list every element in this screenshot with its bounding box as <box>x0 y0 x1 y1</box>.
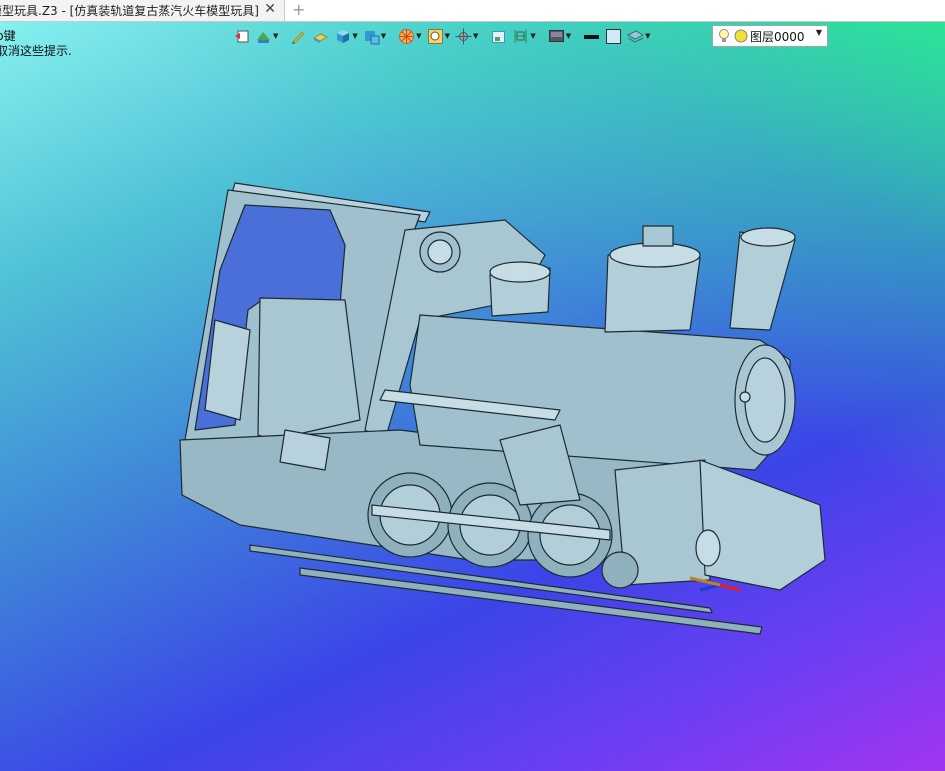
close-tab-icon[interactable]: ✕ <box>264 1 276 17</box>
3d-viewport[interactable]: p键 取消这些提示. ▼ ▼ ▼ ▼ ▼ ▼ <box>0 22 945 771</box>
locomotive-model[interactable] <box>0 22 945 771</box>
document-tab[interactable]: 模型玩具.Z3 - [仿真装轨道复古蒸汽火车模型玩具] ✕ <box>0 0 285 21</box>
tab-bar: 模型玩具.Z3 - [仿真装轨道复古蒸汽火车模型玩具] ✕ + <box>0 0 945 22</box>
new-tab-button[interactable]: + <box>292 0 305 20</box>
document-tab-title: 模型玩具.Z3 - [仿真装轨道复古蒸汽火车模型玩具] <box>0 4 259 18</box>
